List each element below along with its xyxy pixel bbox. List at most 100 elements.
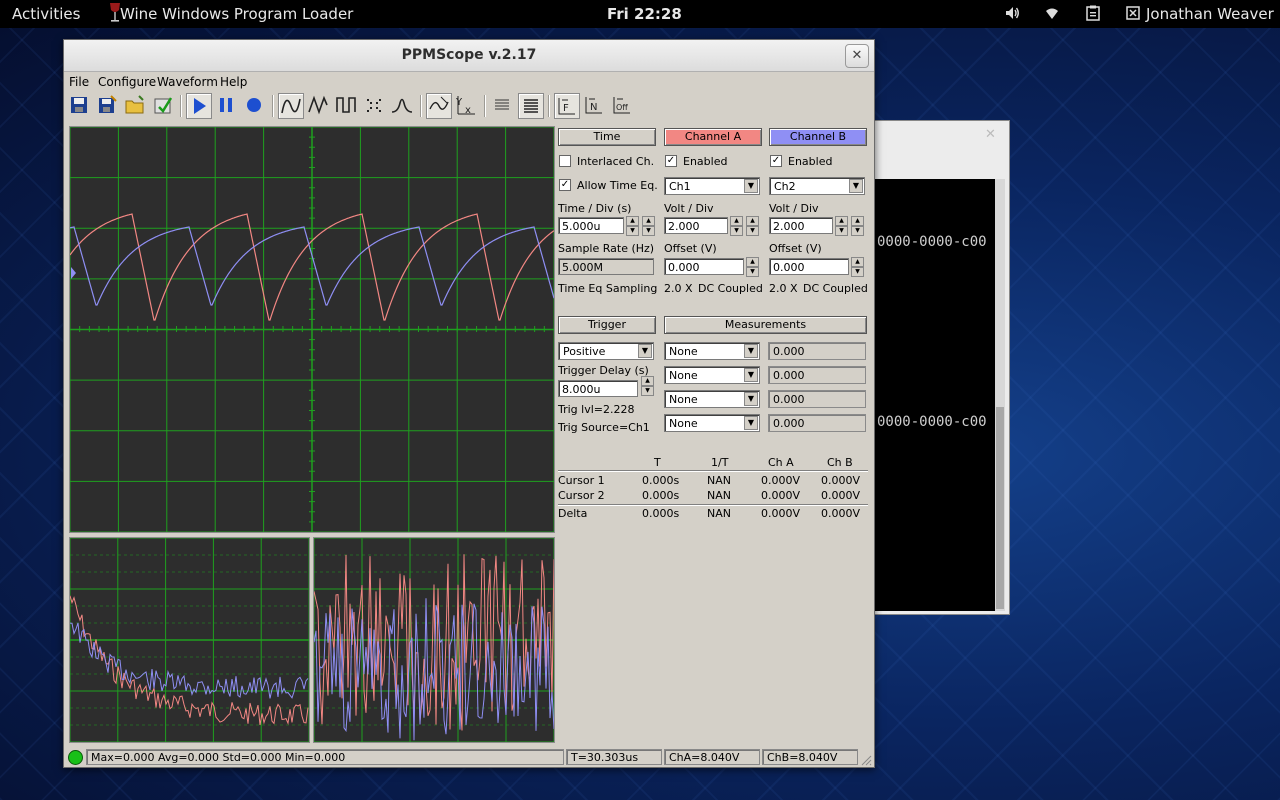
save-as-icon[interactable] <box>95 93 119 117</box>
channel-a-volt-div-spinner-2[interactable]: ▲ ▼ <box>746 216 759 236</box>
window-title: PPMScope v.2.17 <box>401 47 537 63</box>
measurement-select[interactable]: None ▼ <box>664 342 760 360</box>
channel-a-enabled-checkbox[interactable]: ✓ <box>665 155 677 167</box>
channel-b-enabled-checkbox[interactable]: ✓ <box>770 155 782 167</box>
background-terminal-window[interactable]: ✕ 0000-0000-c00 0000-0000-c00 <box>866 120 1010 615</box>
chevron-down-icon[interactable]: ▼ <box>744 179 758 193</box>
export-icon[interactable] <box>151 93 175 117</box>
menu-configure[interactable]: Configure <box>98 75 156 89</box>
channel-a-volt-div-input[interactable]: 2.000 <box>664 217 728 234</box>
cursor-inv: NAN <box>707 507 731 520</box>
chevron-down-icon[interactable]: ▼ <box>744 416 758 430</box>
time-div-spinner-2[interactable]: ▲ ▼ <box>642 216 655 236</box>
trigger-delay-input[interactable]: 8.000u <box>558 380 638 397</box>
chevron-down-icon[interactable]: ▼ <box>744 368 758 382</box>
chevron-down-icon[interactable]: ▼ <box>638 344 652 358</box>
resize-grip-icon[interactable] <box>860 751 872 766</box>
record-icon[interactable] <box>242 93 266 117</box>
svg-text:Y: Y <box>455 97 463 108</box>
close-icon[interactable]: ✕ <box>985 127 996 142</box>
time-div-input[interactable]: 5.000u <box>558 217 624 234</box>
channel-b-offset-spinner[interactable]: ▲ ▼ <box>851 257 864 277</box>
cursor-cha: 0.000V <box>761 474 801 487</box>
channel-a-coupling: DC Coupled <box>698 282 763 295</box>
scrollbar-thumb[interactable] <box>996 407 1004 609</box>
trigger-marker-icon <box>71 267 76 279</box>
pulse-icon[interactable] <box>390 93 414 117</box>
measurement-select[interactable]: None ▼ <box>664 390 760 408</box>
xy-trace-icon[interactable] <box>426 93 452 119</box>
ppmscope-window: PPMScope v.2.17 ✕ File Configure Wavefor… <box>63 39 875 768</box>
pause-icon[interactable] <box>214 93 238 117</box>
channel-a-volt-div-spinner[interactable]: ▲ ▼ <box>730 216 743 236</box>
sample-rate-field: 5.000M <box>558 258 654 275</box>
channel-b-header-button[interactable]: Channel B <box>769 128 867 146</box>
menu-file[interactable]: File <box>69 75 89 89</box>
activities-button[interactable]: Activities <box>12 5 80 23</box>
channel-a-offset-spinner[interactable]: ▲ ▼ <box>746 257 759 277</box>
clipboard-icon[interactable] <box>1086 5 1100 25</box>
window-titlebar[interactable]: PPMScope v.2.17 ✕ <box>64 40 874 72</box>
channel-a-source-value: Ch1 <box>669 180 691 193</box>
measurement-select[interactable]: None ▼ <box>664 366 760 384</box>
status-cha: ChA=8.040V <box>664 749 760 765</box>
menu-help[interactable]: Help <box>220 75 247 89</box>
trigger-header-button[interactable]: Trigger <box>558 316 656 334</box>
close-button[interactable]: ✕ <box>845 44 869 68</box>
channel-b-volt-div-input[interactable]: 2.000 <box>769 217 833 234</box>
terminal-scrollbar[interactable] <box>995 179 1005 611</box>
cursor-cha: 0.000V <box>761 489 801 502</box>
channel-b-offset-label: Offset (V) <box>769 242 822 255</box>
channel-b-offset-input[interactable]: 0.000 <box>769 258 849 275</box>
measurement-select[interactable]: None ▼ <box>664 414 760 432</box>
trigger-delay-spinner[interactable]: ▲ ▼ <box>641 376 654 396</box>
trigger-source-text: Trig Source=Ch1 <box>558 421 650 434</box>
trigger-n-icon[interactable]: N <box>582 93 606 117</box>
channel-b-source-select[interactable]: Ch2 ▼ <box>769 177 865 195</box>
cursor-col-header: T <box>654 456 661 469</box>
volume-icon[interactable] <box>1004 5 1020 25</box>
sine-wave-icon[interactable] <box>278 93 304 119</box>
chevron-down-icon[interactable]: ▼ <box>744 344 758 358</box>
channel-a-offset-input[interactable]: 0.000 <box>664 258 744 275</box>
channel-a-volt-div-label: Volt / Div <box>664 202 714 215</box>
chevron-down-icon[interactable]: ▼ <box>744 392 758 406</box>
y-x-icon[interactable]: Yx <box>454 93 478 117</box>
menu-waveform[interactable]: Waveform <box>157 75 218 89</box>
app-menu[interactable]: Wine Windows Program Loader <box>120 5 353 23</box>
save-icon[interactable] <box>67 93 91 117</box>
spectrum-display[interactable] <box>69 537 310 743</box>
measurements-header-button[interactable]: Measurements <box>664 316 867 334</box>
dots-icon[interactable] <box>362 93 386 117</box>
open-icon[interactable] <box>123 93 147 117</box>
channel-b-gain: 2.0 X <box>769 282 798 295</box>
user-menu[interactable]: Jonathan Weaver <box>1146 5 1274 23</box>
lines-thick-icon[interactable] <box>518 93 544 119</box>
status-led-icon <box>68 750 83 765</box>
interlaced-checkbox[interactable] <box>559 155 571 167</box>
main-scope-display[interactable] <box>69 126 555 533</box>
allow-time-eq-checkbox[interactable]: ✓ <box>559 179 571 191</box>
trigger-off-icon[interactable]: Off <box>610 93 634 117</box>
channel-a-gain: 2.0 X <box>664 282 693 295</box>
triangle-wave-icon[interactable] <box>306 93 330 117</box>
time-header-button[interactable]: Time <box>558 128 656 146</box>
clock[interactable]: Fri 22:28 <box>607 5 682 23</box>
channel-b-volt-div-spinner-2[interactable]: ▲ ▼ <box>851 216 864 236</box>
square-wave-icon[interactable] <box>334 93 358 117</box>
trigger-mode-select[interactable]: Positive ▼ <box>558 342 654 360</box>
channel-a-source-select[interactable]: Ch1 ▼ <box>664 177 760 195</box>
trigger-f-icon[interactable]: F <box>554 93 580 119</box>
channel-b-volt-div-spinner[interactable]: ▲ ▼ <box>835 216 848 236</box>
measurement-type: None <box>669 393 698 406</box>
play-icon[interactable] <box>186 93 212 119</box>
sample-rate-label: Sample Rate (Hz) <box>558 242 655 255</box>
lines-thin-icon[interactable] <box>490 93 514 117</box>
channel-b-source-value: Ch2 <box>774 180 796 193</box>
chevron-down-icon[interactable]: ▼ <box>849 179 863 193</box>
xy-display[interactable] <box>313 537 555 743</box>
channel-a-header-button[interactable]: Channel A <box>664 128 762 146</box>
scope-grid <box>69 126 555 533</box>
time-div-spinner[interactable]: ▲ ▼ <box>626 216 639 236</box>
wifi-icon[interactable] <box>1044 5 1060 25</box>
